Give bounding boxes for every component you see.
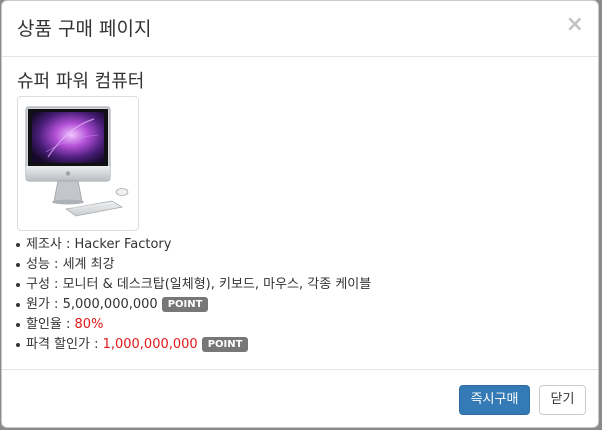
spec-maker: 제조사 : Hacker Factory [13, 235, 371, 255]
spec-composition: 구성 : 모니터 & 데스크탑(일체형), 키보드, 마우스, 각종 케이블 [13, 275, 371, 295]
close-button[interactable]: 닫기 [539, 385, 586, 415]
spec-maker-value: Hacker Factory [74, 237, 172, 252]
spec-composition-label: 구성 : [26, 277, 63, 292]
product-specs-list: 제조사 : Hacker Factory 성능 : 세계 최강 구성 : 모니터… [13, 235, 371, 355]
spec-maker-label: 제조사 : [26, 237, 75, 252]
spec-sale-price: 파격 할인가 : 1,000,000,000 POINT [13, 335, 371, 355]
purchase-modal: 상품 구매 페이지 × 슈퍼 파워 컴퓨터 제조사: Hacker Facto… [1, 0, 599, 428]
spec-original-price-label: 원가 : [26, 297, 63, 312]
close-icon[interactable]: × [566, 12, 584, 38]
spec-sale-price-value: 1,000,000,000 [102, 337, 198, 352]
spec-performance-value: 세계 최강 [62, 257, 115, 272]
computer-image [25, 106, 129, 217]
spec-discount-rate: 할인율 : 80% [13, 315, 371, 335]
modal-body: 슈퍼 파워 컴퓨터 제조사: Hacker Factory 성능: 세계 최… [2, 57, 598, 369]
product-thumbnail [17, 96, 139, 231]
spec-performance: 성능 : 세계 최강 [13, 255, 371, 275]
point-badge: POINT [161, 297, 209, 312]
buy-now-button[interactable]: 즉시구매 [459, 385, 530, 415]
spec-composition-value: 모니터 & 데스크탑(일체형), 키보드, 마우스, 각종 케이블 [62, 277, 372, 292]
modal-header: 상품 구매 페이지 × [2, 1, 598, 57]
spec-discount-rate-value: 80% [74, 317, 104, 332]
spec-sale-price-label: 파격 할인가 : [26, 337, 103, 352]
spec-original-price-value: 5,000,000,000 [62, 297, 158, 312]
spec-performance-label: 성능 : [26, 257, 63, 272]
point-badge: POINT [201, 337, 249, 352]
spec-discount-rate-label: 할인율 : [26, 317, 75, 332]
spec-original-price: 원가 : 5,000,000,000 POINT [13, 295, 371, 315]
modal-footer: 즉시구매 닫기 [2, 369, 598, 427]
modal-title: 상품 구매 페이지 [17, 18, 152, 40]
product-name: 슈퍼 파워 컴퓨터 [17, 71, 145, 92]
